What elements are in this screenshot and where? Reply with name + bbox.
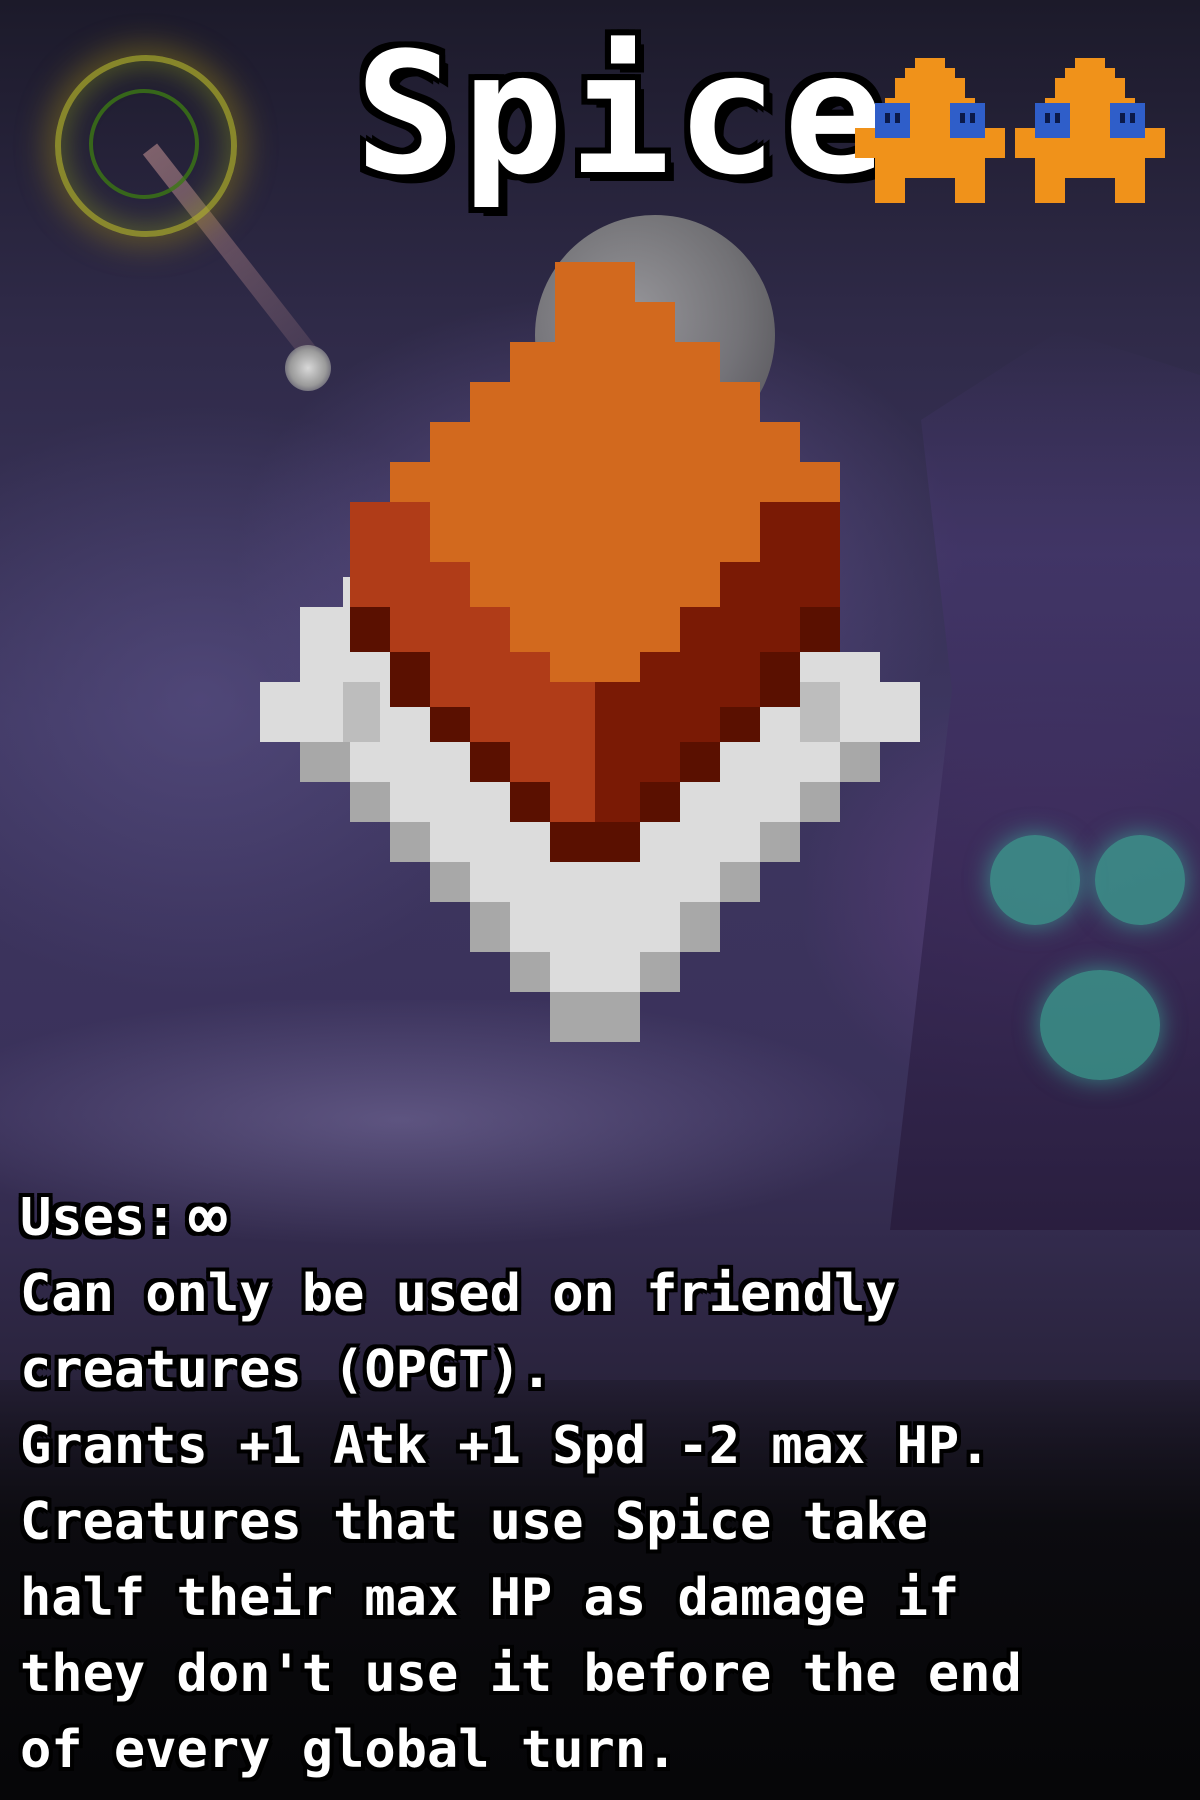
cost-icons: [855, 58, 1175, 208]
description-line: Grants +1 Atk +1 Spd -2 max HP.: [20, 1416, 991, 1476]
item-card: Spice Uses: ∞ Can only be used on friend…: [0, 0, 1200, 1800]
uses-row: Uses: ∞: [20, 1180, 1180, 1256]
infinity-value: ∞: [188, 1181, 228, 1255]
ghost-eye-right: [1095, 835, 1185, 925]
description-line: creatures (OPGT).: [20, 1340, 553, 1400]
uses-label: Uses:: [20, 1188, 177, 1248]
description-line: they don't use it before the end: [20, 1644, 1022, 1704]
description-line: of every global turn.: [20, 1720, 678, 1780]
card-title: Spice: [355, 16, 891, 212]
orange-creature-icon: [1015, 58, 1165, 203]
spice-packet-icon: [260, 262, 920, 1042]
orange-creature-icon: [855, 58, 1005, 203]
card-text: Uses: ∞ Can only be used on friendly cre…: [20, 1180, 1180, 1788]
glowing-portal: [55, 55, 237, 237]
description-line: Creatures that use Spice take: [20, 1492, 928, 1552]
description-line: Can only be used on friendly: [20, 1264, 897, 1324]
description-line: half their max HP as damage if: [20, 1568, 960, 1628]
